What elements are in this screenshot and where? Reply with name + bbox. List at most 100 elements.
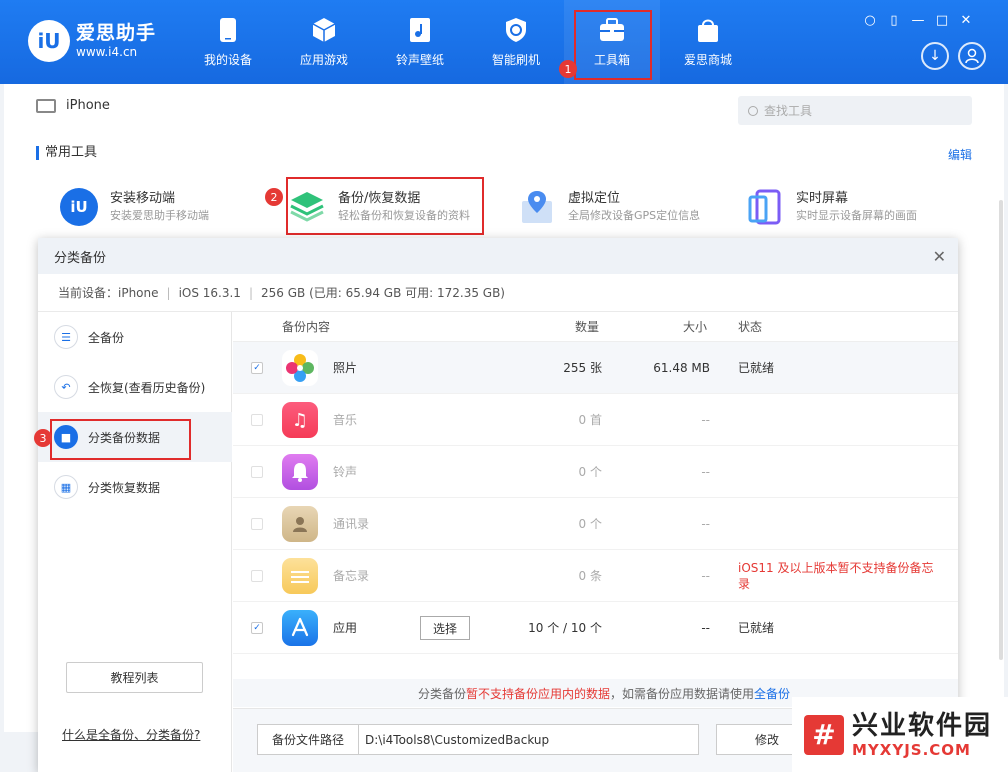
highlight-category-backup [50,419,191,460]
table-row[interactable]: ♫ 音乐 0 首 -- [233,394,958,446]
shirt-icon[interactable]: ○ [862,12,878,28]
tutorial-list-button[interactable]: 教程列表 [66,662,203,693]
nav-ringtones[interactable]: 铃声壁纸 [372,0,468,84]
sidebar-item-full-restore[interactable]: ↶ 全恢复(查看历史备份) [38,362,232,412]
nav-label: 铃声壁纸 [395,52,444,67]
table-row[interactable]: ✓ 应用 选择 10 个 / 10 个 -- 已就绪 [233,602,958,654]
search-icon [748,105,758,116]
dialog-title: 分类备份 [54,250,107,266]
nav-store[interactable]: 爱思商城 [660,0,756,84]
table-row[interactable]: 通讯录 0 个 -- [233,498,958,550]
close-icon[interactable]: ✕ [933,247,946,266]
logo-mark: iU [28,20,70,62]
highlight-backup-tool [286,177,484,235]
nav-label: 我的设备 [203,52,252,67]
table-row[interactable]: 备忘录 0 条 -- iOS11 及以上版本暂不支持备份备忘录 [233,550,958,602]
row-status: 已就绪 [738,361,775,375]
sidebar-item-category-restore[interactable]: ▦ 分类恢复数据 [38,462,232,512]
select-apps-button[interactable]: 选择 [420,616,470,640]
row-checkbox[interactable] [251,414,263,426]
row-name: 应用 [333,621,358,635]
row-name: 备忘录 [333,569,370,583]
tool-title: 安装移动端 [110,191,176,206]
nav-apps-games[interactable]: 应用游戏 [276,0,372,84]
i4-app-icon: iU [60,188,98,226]
music-icon: ♫ [282,402,318,438]
watermark-logo: # [804,714,844,755]
app-logo: iU 爱思助手 www.i4.cn [28,20,156,62]
row-size: 61.48 MB [653,361,710,375]
nav-label: 爱思商城 [683,52,732,67]
column-content: 备份内容 [282,320,331,334]
note-icon[interactable]: ▯ [886,12,902,28]
note-text: 分类备份 [417,686,466,701]
tool-virtual-location[interactable]: 虚拟定位 全局修改设备GPS定位信息 [518,188,700,226]
tool-live-screen[interactable]: 实时屏幕 实时显示设备屏幕的画面 [746,188,917,226]
watermark: # 兴业软件园 MYXYJS.COM [792,697,1008,772]
tool-title: 虚拟定位 [568,191,621,206]
column-count: 数量 [575,320,600,334]
watermark-url: MYXYJS.COM [852,740,971,759]
sidebar-item-full-backup[interactable]: ☰ 全备份 [38,312,232,362]
main-scrollbar[interactable] [999,200,1003,660]
note-warning: 暂不支持备份应用内的数据 [465,686,610,701]
photos-icon [282,350,318,386]
tool-title: 实时屏幕 [796,191,849,206]
row-size: -- [701,465,710,479]
note-text: ，如需备份应用数据请使用 [609,686,754,701]
device-name: iPhone [66,98,110,113]
contacts-icon [282,506,318,542]
row-status: iOS11 及以上版本暂不支持备份备忘录 [738,561,934,591]
storage-info: 256 GB (已用: 65.94 GB 可用: 172.35 GB) [261,286,505,300]
close-icon[interactable]: ✕ [958,12,974,28]
row-checkbox[interactable] [251,466,263,478]
minimize-icon[interactable]: — [910,12,926,28]
tool-desc: 全局修改设备GPS定位信息 [568,209,701,222]
window-controls: ○ ▯ — □ ✕ [862,12,974,28]
table-row[interactable]: ✓ 照片 255 张 61.48 MB 已就绪 [233,342,958,394]
row-name: 铃声 [333,465,358,479]
row-count: 0 条 [578,569,602,583]
row-checkbox[interactable]: ✓ [251,362,263,374]
tool-desc: 安装爱思助手移动端 [110,209,209,222]
download-icon[interactable]: ↓ [921,42,949,70]
tool-desc: 实时显示设备屏幕的画面 [796,209,917,222]
column-status: 状态 [738,320,763,334]
section-title: 常用工具 [36,146,97,160]
full-backup-link[interactable]: 全备份 [754,685,790,702]
table-row[interactable]: 铃声 0 个 -- [233,446,958,498]
shopping-bag-icon [695,17,721,43]
nav-my-device[interactable]: 我的设备 [180,0,276,84]
computer-icon [36,98,56,113]
row-checkbox[interactable] [251,518,263,530]
current-device: 当前设备：iPhone [58,286,159,300]
bell-icon [282,454,318,490]
tool-install-mobile[interactable]: iU 安装移动端 安装爱思助手移动端 [60,188,209,226]
row-size: -- [701,569,710,583]
step-badge-1: 1 [559,60,577,78]
row-checkbox[interactable]: ✓ [251,622,263,634]
watermark-name: 兴业软件园 [852,710,993,741]
step-badge-2: 2 [265,188,283,206]
maximize-icon[interactable]: □ [934,12,950,28]
music-file-icon [407,17,433,43]
search-tools[interactable]: 查找工具 [738,96,972,125]
edit-link[interactable]: 编辑 [948,146,972,163]
search-placeholder: 查找工具 [764,104,813,118]
backup-path-field[interactable]: D:\i4Tools8\CustomizedBackup [359,724,699,755]
row-name: 照片 [333,361,358,375]
column-size: 大小 [683,320,708,334]
backup-help-link[interactable]: 什么是全备份、分类备份? [62,726,200,743]
layers-icon: ☰ [54,325,78,349]
row-checkbox[interactable] [251,570,263,582]
nav-flash[interactable]: 智能刷机 [468,0,564,84]
app-store-icon [282,610,318,646]
row-count: 10 个 / 10 个 [528,621,602,635]
grid-icon: ▦ [54,475,78,499]
nav-label: 应用游戏 [299,52,348,67]
shield-refresh-icon [503,17,529,43]
row-name: 通讯录 [333,517,370,531]
user-icon[interactable] [958,42,986,70]
logo-url: www.i4.cn [76,45,138,59]
device-selector[interactable]: iPhone [36,98,110,113]
